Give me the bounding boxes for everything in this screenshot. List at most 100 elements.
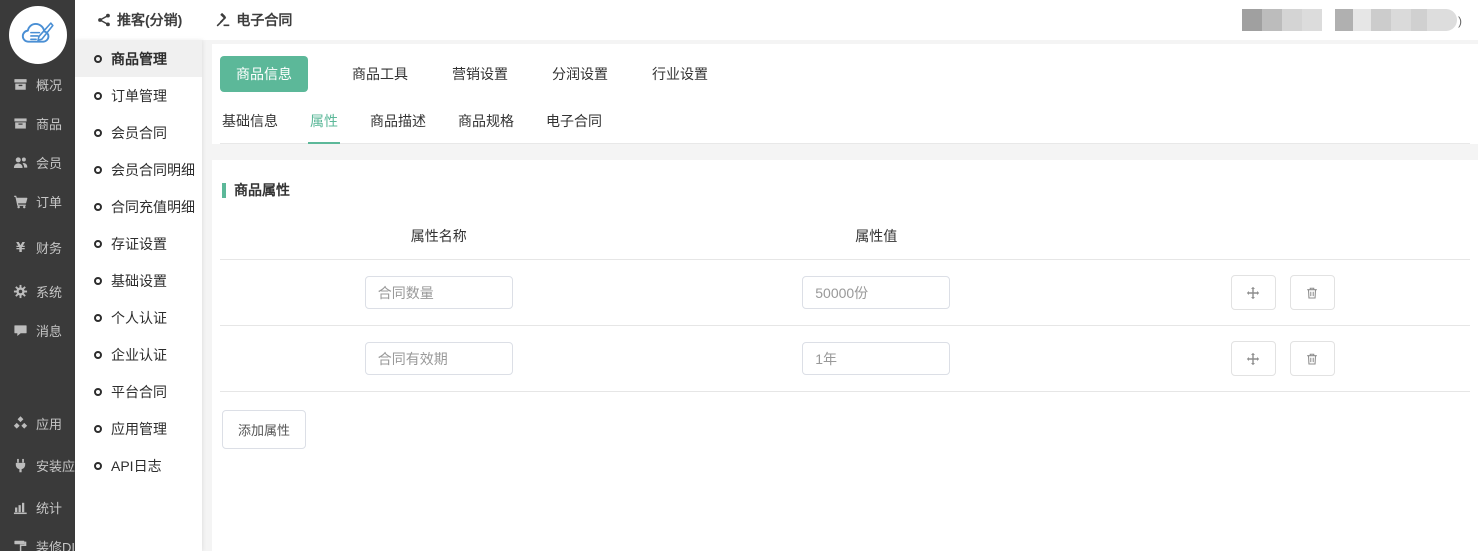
topbar-nav-item[interactable]: 推客(分销) (97, 10, 182, 30)
primary-nav-item[interactable]: 安装应用 (0, 446, 75, 485)
secondary-nav-item[interactable]: 企业认证 (75, 336, 202, 373)
primary-sidebar: 概况 商品 会员 订单 ¥ 财务 (0, 0, 75, 551)
delete-attribute-button[interactable] (1290, 341, 1335, 376)
circle-icon (94, 425, 102, 433)
add-attribute-button[interactable]: 添加属性 (222, 410, 306, 449)
circle-icon (94, 55, 102, 63)
secondary-nav-item[interactable]: 商品管理 (75, 40, 202, 77)
topbar-nav-label: 电子合同 (236, 10, 292, 30)
move-icon (1246, 286, 1260, 300)
secondary-sidebar: 商品管理 订单管理 会员合同 会员合同明细 (75, 40, 202, 551)
primary-nav-item[interactable]: 消息 (0, 311, 75, 350)
primary-nav-item[interactable]: 商品 (0, 104, 75, 143)
topbar-nav: 推客(分销) 电子合同 (97, 10, 292, 30)
sub-tab[interactable]: 商品规格 (456, 102, 516, 143)
main-tab[interactable]: 行业设置 (652, 56, 708, 92)
primary-nav-item[interactable]: ¥ 财务 (0, 228, 75, 267)
secondary-nav-label: 会员合同 (111, 123, 167, 143)
secondary-nav-item[interactable]: 会员合同明细 (75, 151, 202, 188)
primary-nav-label: 消息 (36, 321, 62, 340)
primary-nav-item[interactable]: 装修DIY (0, 527, 75, 551)
move-icon (1246, 352, 1260, 366)
secondary-nav-label: 商品管理 (111, 49, 167, 69)
goods-icon (11, 116, 29, 131)
secondary-nav-item[interactable]: 合同充值明细 (75, 188, 202, 225)
primary-nav-item[interactable]: 订单 (0, 182, 75, 221)
sub-tab[interactable]: 属性 (308, 102, 340, 144)
attribute-name-input[interactable] (365, 276, 513, 309)
move-attribute-button[interactable] (1231, 341, 1276, 376)
sub-tabs: 基础信息 属性 商品描述 商品规格 (220, 102, 1470, 144)
section-title: 商品属性 (222, 180, 290, 200)
main-content: 商品信息 商品工具 营销设置 分润设置 (202, 40, 1478, 551)
circle-icon (94, 166, 102, 174)
secondary-nav-item[interactable]: 个人认证 (75, 299, 202, 336)
circle-icon (94, 240, 102, 248)
topbar-nav-item[interactable]: 电子合同 (216, 10, 292, 30)
main-tab[interactable]: 商品信息 (220, 56, 308, 92)
sub-tab[interactable]: 商品描述 (368, 102, 428, 143)
primary-nav-item[interactable]: 概况 (0, 65, 75, 104)
tabs-card: 商品信息 商品工具 营销设置 分润设置 (212, 44, 1478, 144)
trash-icon (1305, 286, 1319, 300)
main-tab[interactable]: 商品工具 (352, 56, 408, 92)
attribute-value-input[interactable] (802, 276, 950, 309)
stats-icon (11, 500, 29, 515)
sub-tab[interactable]: 电子合同 (544, 102, 604, 143)
messages-icon (11, 323, 29, 338)
secondary-nav-item[interactable]: 应用管理 (75, 410, 202, 447)
secondary-nav-item[interactable]: 基础设置 (75, 262, 202, 299)
system-icon (11, 284, 29, 299)
main-tab[interactable]: 营销设置 (452, 56, 508, 92)
secondary-nav-label: 企业认证 (111, 345, 167, 365)
install-apps-icon (11, 458, 29, 473)
app-logo[interactable] (9, 6, 67, 64)
diy-icon (11, 539, 29, 551)
sub-tab[interactable]: 基础信息 (220, 102, 280, 143)
circle-icon (94, 351, 102, 359)
secondary-nav-label: 个人认证 (111, 308, 167, 328)
account-suffix: ) (1458, 11, 1462, 31)
secondary-nav-item[interactable]: 平台合同 (75, 373, 202, 410)
share-icon (97, 13, 111, 27)
secondary-nav-label: 应用管理 (111, 419, 167, 439)
attribute-row (220, 326, 1470, 392)
move-attribute-button[interactable] (1231, 275, 1276, 310)
app-root: 概况 商品 会员 订单 ¥ 财务 (0, 0, 1478, 551)
primary-nav-label: 商品 (36, 114, 62, 133)
secondary-nav-item[interactable]: 存证设置 (75, 225, 202, 262)
user-account-redacted[interactable]: ) (1242, 9, 1462, 31)
secondary-nav-label: 会员合同明细 (111, 160, 195, 180)
primary-nav-label: 系统 (36, 282, 62, 301)
primary-nav-item[interactable]: 会员 (0, 143, 75, 182)
secondary-nav-label: 平台合同 (111, 382, 167, 402)
primary-nav-label: 安装应用 (36, 456, 75, 475)
attribute-name-input[interactable] (365, 342, 513, 375)
finance-icon: ¥ (11, 240, 29, 255)
primary-nav-item[interactable]: 应用 (0, 404, 75, 443)
members-icon (11, 155, 29, 170)
primary-nav-label: 概况 (36, 75, 62, 94)
circle-icon (94, 277, 102, 285)
topbar: 推客(分销) 电子合同 ) (75, 0, 1478, 40)
topbar-nav-label: 推客(分销) (117, 10, 182, 30)
apps-icon (11, 416, 29, 431)
delete-attribute-button[interactable] (1290, 275, 1335, 310)
primary-nav-label: 应用 (36, 414, 62, 433)
section-accent-bar (222, 183, 226, 198)
attribute-value-input[interactable] (802, 342, 950, 375)
attributes-card: 商品属性 属性名称 属性值 (212, 160, 1478, 551)
secondary-nav-label: 存证设置 (111, 234, 167, 254)
primary-nav-item[interactable]: 统计 (0, 488, 75, 527)
gavel-icon (216, 13, 230, 27)
secondary-nav-item[interactable]: 订单管理 (75, 77, 202, 114)
secondary-nav-item[interactable]: 会员合同 (75, 114, 202, 151)
secondary-nav-label: 订单管理 (111, 86, 167, 106)
main-tab[interactable]: 分润设置 (552, 56, 608, 92)
primary-nav-label: 会员 (36, 153, 62, 172)
primary-nav: 概况 商品 会员 订单 ¥ 财务 (0, 65, 75, 551)
primary-nav-label: 装修DIY (36, 537, 75, 551)
attributes-table-header: 属性名称 属性值 (220, 212, 1470, 260)
secondary-nav-item[interactable]: API日志 (75, 447, 202, 484)
primary-nav-item[interactable]: 系统 (0, 272, 75, 311)
